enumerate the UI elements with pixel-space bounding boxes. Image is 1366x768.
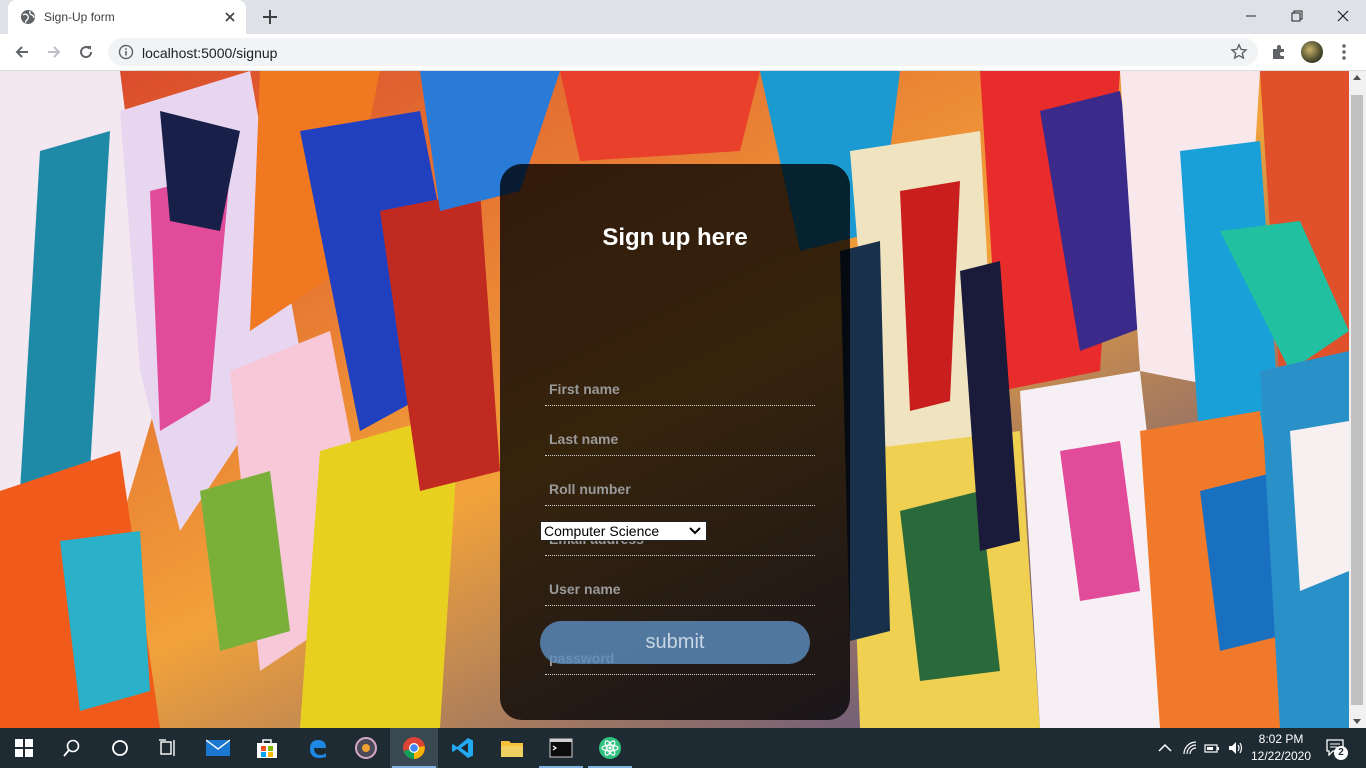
task-view-icon [159,739,175,756]
cortana-button[interactable] [96,728,144,768]
task-view-button[interactable] [144,728,192,768]
tab-strip: Sign-Up form [0,0,1366,34]
form-title: Sign up here [602,224,748,251]
address-bar[interactable]: localhost:5000/signup [108,38,1258,66]
back-arrow-icon [15,46,28,58]
signup-card: Sign up here Computer Science submit [500,164,850,720]
edge-icon [310,740,326,758]
search-icon [63,739,80,757]
windows-logo-icon [15,739,33,757]
media-app[interactable] [342,728,390,768]
atom-icon [599,737,621,759]
terminal-icon [549,738,573,758]
file-explorer-icon [501,741,523,757]
department-select[interactable]: Computer Science [540,521,707,541]
username-input[interactable] [545,572,815,606]
last-name-input[interactable] [545,422,815,456]
page-viewport: Sign up here Computer Science submit [0,71,1349,728]
browser-tab[interactable]: Sign-Up form [8,0,246,34]
close-window-button[interactable] [1320,0,1366,32]
new-tab-icon[interactable] [258,6,282,28]
page-scrollbar[interactable] [1349,71,1366,728]
windows-taskbar: 8:02 PM 12/22/2020 2 [0,728,1366,768]
store-icon [257,739,277,758]
cortana-icon [112,740,128,756]
scroll-up-arrow-icon[interactable] [1353,75,1361,80]
info-icon[interactable] [118,44,134,60]
chrome-app[interactable] [390,728,438,768]
atom-app[interactable] [586,728,634,768]
kebab-menu-icon[interactable] [1336,43,1352,61]
close-tab-icon[interactable] [222,9,238,25]
forward-arrow-icon [48,46,61,58]
close-icon [1337,10,1349,22]
department-selected-value: Computer Science [544,523,660,539]
forward-button[interactable] [42,40,66,64]
chevron-down-icon [689,527,701,535]
minimize-icon [1246,15,1256,17]
battery-icon[interactable] [1204,740,1220,756]
edge-app[interactable] [293,728,341,768]
store-app[interactable] [243,728,291,768]
network-icon[interactable] [1182,740,1198,756]
start-button[interactable] [0,728,48,768]
bookmark-star-icon[interactable] [1230,43,1248,61]
first-name-input[interactable] [545,372,815,406]
clock-time[interactable]: 8:02 PM [1252,732,1310,746]
minimize-button[interactable] [1228,0,1274,32]
mail-icon [206,739,230,756]
back-button[interactable] [10,40,34,64]
reload-button[interactable] [74,40,98,64]
globe-icon [21,10,35,24]
reload-icon [80,46,93,59]
tab-title: Sign-Up form [44,10,115,24]
restore-icon [1291,10,1303,22]
scroll-down-arrow-icon[interactable] [1353,719,1361,724]
clock-date[interactable]: 12/22/2020 [1248,749,1314,763]
profile-avatar[interactable] [1301,41,1323,63]
submit-button[interactable]: submit [540,621,810,664]
chevron-up-icon[interactable] [1157,740,1173,756]
url-text: localhost:5000/signup [142,45,278,61]
restore-button[interactable] [1274,0,1320,32]
media-icon [355,737,377,759]
file-explorer-app[interactable] [488,728,536,768]
chrome-icon [403,737,425,759]
terminal-app[interactable] [537,728,585,768]
mail-app[interactable] [194,728,242,768]
roll-number-input[interactable] [545,472,815,506]
notification-count-badge: 2 [1334,746,1348,760]
browser-toolbar: localhost:5000/signup [0,34,1366,71]
vscode-app[interactable] [439,728,487,768]
scroll-thumb[interactable] [1351,95,1363,705]
volume-icon[interactable] [1228,740,1244,756]
vscode-icon [452,738,473,758]
extensions-puzzle-icon[interactable] [1270,43,1288,61]
search-button[interactable] [48,728,96,768]
